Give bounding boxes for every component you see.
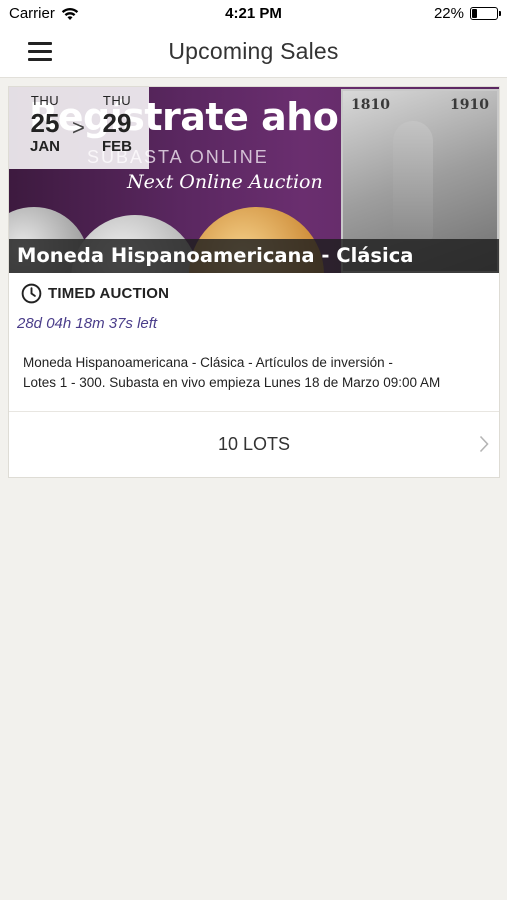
date-range-box: THU 25 JAN > THU 29 FEB	[9, 87, 149, 169]
page-title: Upcoming Sales	[168, 38, 339, 64]
battery-icon	[470, 7, 501, 20]
medal-year-right: 1910	[450, 97, 489, 113]
sale-title[interactable]: Moneda Hispanoamericana - Clásica	[17, 244, 413, 267]
status-time: 4:21 PM	[225, 5, 282, 22]
auction-type: TIMED AUCTION	[21, 283, 169, 304]
description-line: Lotes 1 - 300. Subasta en vivo empieza L…	[23, 375, 441, 390]
sale-description: Moneda Hispanoamericana - Clásica - Artí…	[23, 353, 488, 393]
end-month: FEB	[102, 138, 132, 155]
status-right: 22%	[433, 5, 501, 22]
status-bar: Carrier 4:21 PM 22%	[0, 0, 507, 28]
start-day: 25	[30, 108, 60, 138]
start-day-of-week: THU	[30, 93, 60, 108]
nav-bar: Upcoming Sales	[0, 28, 507, 78]
clock-icon	[21, 283, 42, 304]
lots-count-label: 10 LOTS	[217, 434, 291, 454]
medal-year-left: 1810	[351, 97, 390, 113]
end-day: 29	[102, 108, 132, 138]
battery-fill	[472, 9, 477, 18]
description-line: Moneda Hispanoamericana - Clásica - Artí…	[23, 355, 393, 370]
sale-card[interactable]: Regístrate ahora SUBASTA ONLINE Next Onl…	[8, 86, 500, 478]
chevron-right-icon	[479, 435, 489, 453]
start-month: JAN	[29, 138, 60, 155]
auction-type-label: TIMED AUCTION	[48, 285, 170, 302]
view-lots-button[interactable]: 10 LOTS	[9, 412, 499, 478]
end-date: THU 29 FEB	[91, 93, 143, 155]
sale-banner-image[interactable]: Regístrate ahora SUBASTA ONLINE Next Onl…	[9, 87, 499, 273]
start-date: THU 25 JAN	[19, 93, 71, 155]
end-day-of-week: THU	[102, 93, 132, 108]
time-left-countdown: 28d 04h 18m 37s left	[17, 315, 158, 332]
sale-title-bar: Moneda Hispanoamericana - Clásica	[9, 239, 499, 273]
banner-script-text: Next Online Auction	[127, 171, 323, 193]
date-range-separator: >	[72, 115, 85, 140]
battery-percent: 22%	[433, 5, 464, 22]
medal-figure	[393, 121, 433, 241]
